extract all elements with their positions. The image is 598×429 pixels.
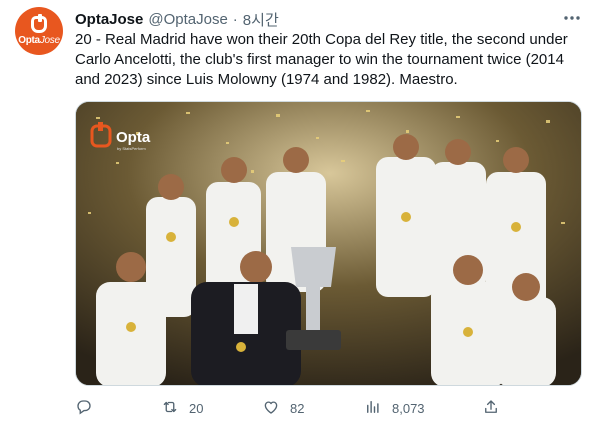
heart-icon [262, 398, 280, 419]
retweet-count: 20 [189, 400, 204, 416]
share-icon [482, 398, 500, 419]
avatar-logo-text: OptaJose [18, 35, 60, 46]
tweet-text: 20 - Real Madrid have won their 20th Cop… [75, 31, 568, 88]
opta-logo-icon [31, 14, 47, 33]
watermark-text: Opta [116, 129, 151, 146]
retweet-button[interactable]: 20 [161, 396, 203, 420]
author-name[interactable]: OptaJose [75, 11, 143, 28]
celebration-photo: Opta by StatsPerform [76, 102, 581, 385]
tweet-header: OptaJose @OptaJose · 8시간 [75, 9, 279, 29]
action-bar: 20 82 8,073 [75, 396, 505, 420]
author-handle[interactable]: @OptaJose [148, 11, 227, 28]
like-count: 82 [290, 400, 305, 416]
more-options-icon[interactable] [560, 8, 584, 28]
avatar[interactable]: OptaJose [15, 7, 63, 55]
reply-icon [75, 398, 93, 419]
tweet[interactable]: OptaJose OptaJose @OptaJose · 8시간 20 - R… [0, 0, 598, 429]
tweet-photo[interactable]: Opta by StatsPerform [75, 101, 582, 386]
retweet-icon [161, 398, 179, 419]
reply-button[interactable] [75, 396, 93, 420]
watermark-sub: by StatsPerform [117, 146, 146, 151]
separator: · [232, 10, 238, 28]
views-icon [364, 398, 382, 419]
views-button[interactable]: 8,073 [364, 396, 425, 420]
views-count: 8,073 [392, 400, 425, 416]
like-button[interactable]: 82 [262, 396, 304, 420]
share-button[interactable] [482, 396, 500, 420]
timestamp[interactable]: 8시간 [243, 9, 279, 30]
